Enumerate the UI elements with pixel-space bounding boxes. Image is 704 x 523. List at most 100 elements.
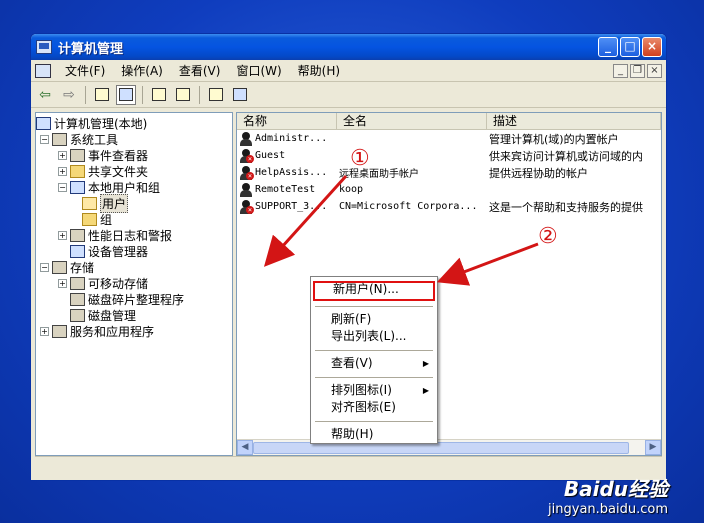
list-item[interactable]: × HelpAssis... 远程桌面助手帐户 提供远程协助的帐户: [237, 164, 661, 181]
submenu-arrow-icon: ▶: [422, 386, 429, 395]
toolbar-separator: [142, 85, 143, 104]
tree-item-system-tools[interactable]: − 系统工具: [36, 131, 232, 147]
menu-bar: 文件(F) 操作(A) 查看(V) 窗口(W) 帮助(H) _ ❐ ×: [31, 60, 666, 82]
column-header-name[interactable]: 名称: [237, 113, 337, 129]
open-folder-icon: [82, 196, 97, 210]
expand-icon[interactable]: +: [58, 278, 67, 288]
user-fullname: CN=Microsoft Corpora...: [339, 201, 478, 212]
title-bar: 计算机管理 _ □ ×: [31, 34, 666, 60]
menu-item-arrange-icons[interactable]: 排列图标(I) ▶: [313, 382, 435, 399]
tree-label: 可移动存储: [88, 276, 149, 291]
callout-1: ①: [350, 146, 370, 171]
horizontal-scrollbar[interactable]: ◀ ▶: [237, 439, 661, 455]
device-manager-icon: [70, 244, 85, 258]
toolbar-separator: [199, 85, 200, 104]
list-item[interactable]: RemoteTest koop: [237, 181, 661, 198]
menu-action[interactable]: 操作(A): [113, 61, 171, 81]
watermark-url: jingyan.baidu.com: [548, 502, 668, 517]
minimize-button[interactable]: _: [598, 37, 618, 57]
refresh-icon[interactable]: [149, 85, 169, 105]
tree-item-device-manager[interactable]: 设备管理器: [36, 243, 232, 259]
show-tree-icon[interactable]: [116, 84, 136, 105]
export-list-icon[interactable]: [173, 85, 193, 105]
scroll-left-icon[interactable]: ◀: [237, 440, 253, 455]
watermark: Baidu经验 jingyan.baidu.com: [548, 473, 668, 517]
tree-item-local-users-groups[interactable]: − 本地用户和组: [36, 179, 232, 195]
menu-item-refresh[interactable]: 刷新(F): [313, 311, 435, 328]
menu-item-new-user[interactable]: 新用户(N)...: [313, 281, 435, 301]
callout-2: ②: [538, 224, 558, 249]
close-button[interactable]: ×: [642, 37, 662, 57]
list-item[interactable]: × SUPPORT_3... CN=Microsoft Corpora... 这是…: [237, 198, 661, 215]
tree-label: 事件查看器: [88, 148, 149, 163]
mdi-close-button[interactable]: ×: [647, 63, 662, 78]
mdi-minimize-button[interactable]: _: [613, 63, 628, 78]
user-icon: [239, 182, 253, 197]
collapse-icon[interactable]: −: [58, 182, 67, 192]
expand-icon[interactable]: +: [58, 166, 67, 176]
menu-item-export-list[interactable]: 导出列表(L)...: [313, 328, 435, 345]
tree-item-event-viewer[interactable]: + 事件查看器: [36, 147, 232, 163]
tree-item-perf-logs[interactable]: + 性能日志和警报: [36, 227, 232, 243]
tree-item-shared-folders[interactable]: + 共享文件夹: [36, 163, 232, 179]
user-name: SUPPORT_3...: [255, 201, 328, 212]
tree-label: 共享文件夹: [88, 164, 149, 179]
menu-help[interactable]: 帮助(H): [290, 61, 348, 81]
tree-item-removable-storage[interactable]: + 可移动存储: [36, 275, 232, 291]
users-groups-icon: [70, 180, 85, 194]
menu-item-label: 查看(V): [331, 356, 373, 370]
menu-item-help[interactable]: 帮助(H): [313, 426, 435, 443]
properties-icon[interactable]: [230, 85, 250, 105]
tree-item-services-apps[interactable]: + 服务和应用程序: [36, 323, 232, 339]
tree-item-storage[interactable]: − 存储: [36, 259, 232, 275]
tools-icon: [52, 132, 67, 146]
tree-label: 计算机管理(本地): [54, 116, 148, 131]
back-arrow-icon[interactable]: ⇦: [35, 85, 55, 105]
collapse-icon[interactable]: −: [40, 262, 49, 272]
maximize-button[interactable]: □: [620, 37, 640, 57]
scroll-right-icon[interactable]: ▶: [645, 440, 661, 455]
submenu-arrow-icon: ▶: [422, 359, 429, 368]
menu-separator: [315, 306, 433, 307]
collapse-icon[interactable]: −: [40, 134, 49, 144]
expand-icon[interactable]: +: [58, 150, 67, 160]
mdi-restore-button[interactable]: ❐: [630, 63, 645, 78]
mdi-controls: _ ❐ ×: [613, 63, 662, 78]
list-item[interactable]: × Guest 供来宾访问计算机或访问域的内: [237, 147, 661, 164]
list-item[interactable]: Administr... 管理计算机(域)的内置帐户: [237, 130, 661, 147]
expand-icon[interactable]: +: [40, 326, 49, 336]
user-description: 提供远程协助的帐户: [489, 166, 588, 180]
disabled-user-icon: ×: [239, 199, 254, 214]
disabled-user-icon: ×: [239, 165, 254, 180]
tree-label: 性能日志和警报: [88, 228, 173, 243]
user-name: HelpAssis...: [255, 167, 328, 178]
up-folder-icon[interactable]: [92, 85, 112, 105]
menu-file[interactable]: 文件(F): [57, 61, 113, 81]
tree-item-users[interactable]: 用户: [36, 193, 232, 213]
context-menu: 新用户(N)... 刷新(F) 导出列表(L)... 查看(V) ▶ 排列图标(I…: [310, 276, 438, 444]
menu-view[interactable]: 查看(V): [171, 61, 229, 81]
menu-window[interactable]: 窗口(W): [228, 61, 289, 81]
tree-item-root[interactable]: 计算机管理(本地): [36, 115, 232, 131]
event-viewer-icon: [70, 148, 85, 162]
perf-logs-icon: [70, 228, 85, 242]
tree-item-groups[interactable]: 组: [36, 211, 232, 227]
toolbar-separator: [85, 85, 86, 104]
tree-item-defrag[interactable]: 磁盘碎片整理程序: [36, 291, 232, 307]
computer-icon: [36, 116, 51, 130]
menu-item-label: 排列图标(I): [331, 383, 392, 397]
computer-icon: [36, 40, 52, 54]
forward-arrow-icon[interactable]: ⇨: [59, 85, 79, 105]
toolbar: ⇦ ⇨: [31, 82, 666, 108]
column-header-fullname[interactable]: 全名: [337, 113, 487, 129]
menu-item-view[interactable]: 查看(V) ▶: [313, 355, 435, 372]
column-header-description[interactable]: 描述: [487, 113, 661, 129]
help-icon[interactable]: [206, 85, 226, 105]
folder-icon: [82, 212, 97, 226]
tree-item-disk-management[interactable]: 磁盘管理: [36, 307, 232, 323]
menu-item-line-up-icons[interactable]: 对齐图标(E): [313, 399, 435, 416]
menu-separator: [315, 377, 433, 378]
document-icon[interactable]: [35, 63, 51, 78]
expand-icon[interactable]: +: [58, 230, 67, 240]
shared-folder-icon: [70, 164, 85, 178]
